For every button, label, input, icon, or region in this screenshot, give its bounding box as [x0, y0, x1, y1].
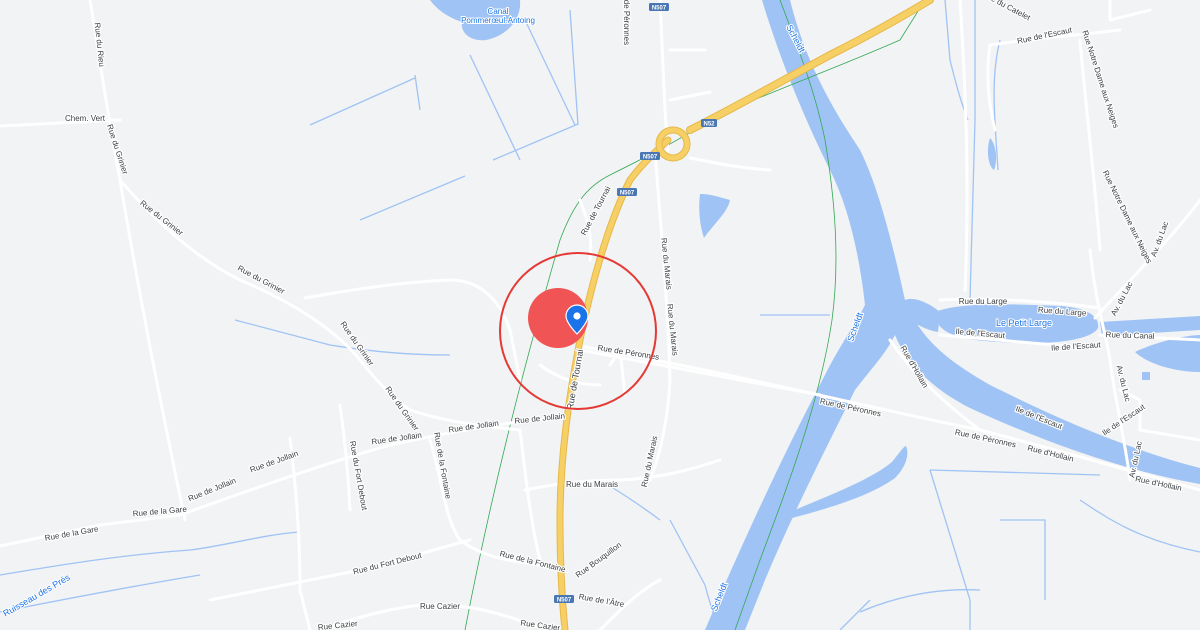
- svg-text:N507: N507: [557, 597, 572, 603]
- shield-n507-low: N507: [617, 188, 637, 196]
- street-label: Rue Cazier: [420, 602, 460, 611]
- street-label: Rue du Marais: [566, 480, 618, 489]
- shield-n507-top: N507: [649, 3, 669, 11]
- shield-n507-bottom: N507: [554, 595, 574, 603]
- svg-text:N507: N507: [620, 190, 635, 196]
- svg-text:N52: N52: [703, 121, 715, 127]
- le-petit-large-label: Le Petit Large: [996, 318, 1052, 328]
- street-label: Rue de Péronnes: [622, 0, 631, 45]
- shield-n507-mid: N507: [640, 152, 660, 160]
- svg-text:N507: N507: [652, 5, 667, 11]
- street-label: Rue du Large: [959, 297, 1008, 306]
- small-basin: [1142, 372, 1150, 380]
- map-view[interactable]: N507 N52 N507 N507 N507 Canal Pommerœul-…: [0, 0, 1200, 630]
- street-label: Rue du Canal: [1105, 330, 1154, 341]
- map-canvas[interactable]: N507 N52 N507 N507 N507 Canal Pommerœul-…: [0, 0, 1200, 630]
- street-label: Chem. Vert: [65, 114, 106, 123]
- svg-text:N507: N507: [643, 154, 658, 160]
- canal-label-line2: Pommerœul-Antoing: [461, 16, 535, 25]
- shield-n52: N52: [701, 119, 717, 127]
- canal-label-line1: Canal: [488, 7, 509, 16]
